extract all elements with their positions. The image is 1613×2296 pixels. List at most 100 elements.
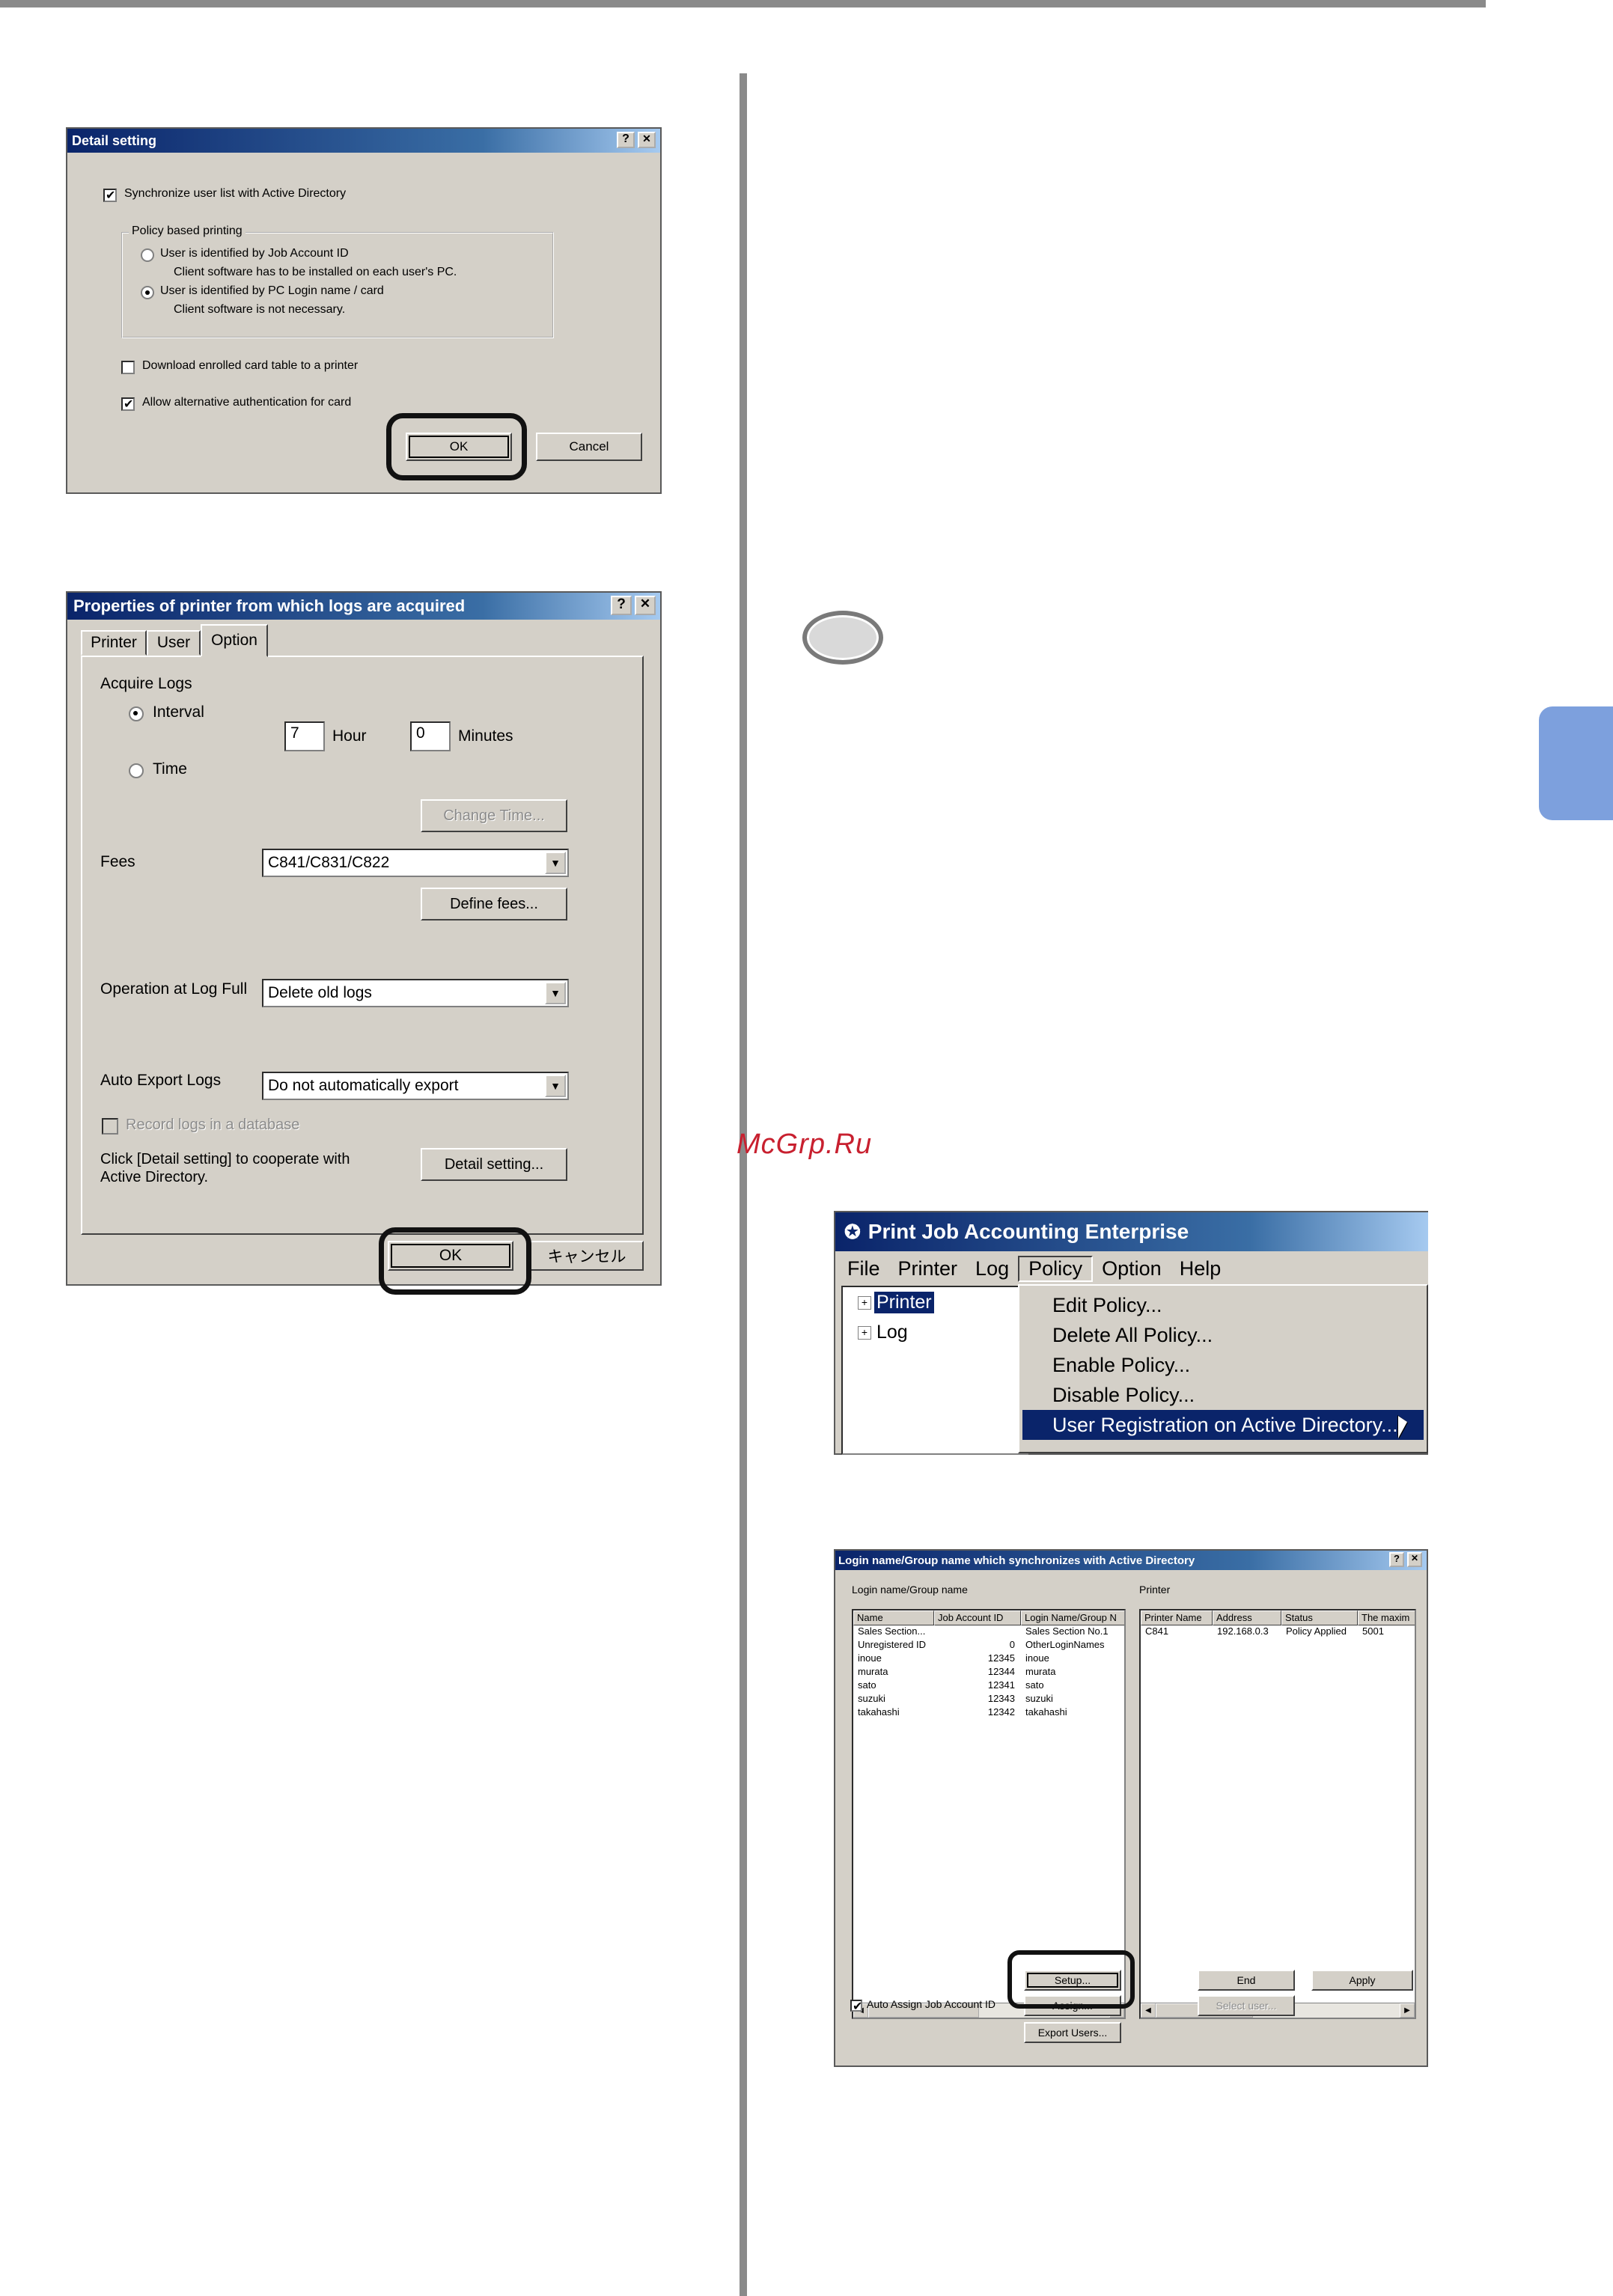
menu-delete-all-policy[interactable]: Delete All Policy... xyxy=(1022,1320,1424,1350)
end-button[interactable]: End xyxy=(1198,1970,1295,1991)
menu-edit-policy[interactable]: Edit Policy... xyxy=(1022,1290,1424,1320)
cell-job-id: 12341 xyxy=(987,1679,1015,1691)
select-user-button[interactable]: Select user... xyxy=(1198,1995,1295,2016)
tree-node-log[interactable]: + Log xyxy=(858,1322,910,1343)
properties-cancel-button[interactable]: キャンセル xyxy=(530,1241,644,1271)
table-row[interactable]: Unregistered ID 0 OtherLoginNames xyxy=(853,1639,1124,1652)
detail-note-line1: Click [Detail setting] to cooperate with xyxy=(100,1151,350,1167)
radio-pc-login-note: Client software is not necessary. xyxy=(174,303,346,316)
minutes-input[interactable]: 0 xyxy=(410,721,451,751)
scroll-right-icon[interactable]: ▶ xyxy=(1400,2003,1415,2018)
cell-login: inoue xyxy=(1025,1652,1049,1664)
cell-name: takahashi xyxy=(858,1706,900,1718)
detail-note-line2: Active Directory. xyxy=(100,1169,209,1185)
hour-input[interactable]: 7 xyxy=(284,721,325,751)
col-name[interactable]: Name xyxy=(853,1610,934,1625)
sync-titlebar: Login name/Group name which synchronizes… xyxy=(835,1551,1427,1570)
help-icon[interactable]: ? xyxy=(1389,1552,1404,1567)
cell-name: suzuki xyxy=(858,1693,885,1704)
tree-node-printer[interactable]: + Printer xyxy=(858,1291,935,1314)
col-login-name[interactable]: Login Name/Group N xyxy=(1021,1610,1124,1625)
col-job-account-id[interactable]: Job Account ID xyxy=(934,1610,1021,1625)
app-logo-icon: ✪ xyxy=(844,1220,861,1243)
detail-cancel-button[interactable]: Cancel xyxy=(536,433,642,461)
alt-auth-label: Allow alternative authentication for car… xyxy=(142,396,352,409)
cell-name: Sales Section... xyxy=(858,1625,926,1637)
table-row[interactable]: murata 12344 murata xyxy=(853,1666,1124,1679)
fees-select[interactable]: C841/C831/C822 ▼ xyxy=(262,849,569,877)
op-log-full-value: Delete old logs xyxy=(268,984,372,1001)
record-db-checkbox[interactable] xyxy=(102,1118,118,1135)
apply-button[interactable]: Apply xyxy=(1311,1970,1413,1991)
interval-label: Interval xyxy=(153,703,204,721)
close-icon[interactable]: ✕ xyxy=(635,596,656,615)
table-row[interactable]: takahashi 12342 takahashi xyxy=(853,1706,1124,1720)
sync-ad-checkbox[interactable] xyxy=(103,188,117,203)
cell-job-id: 12342 xyxy=(987,1706,1015,1718)
cell-name: murata xyxy=(858,1666,888,1677)
menu-option[interactable]: Option xyxy=(1093,1257,1171,1280)
ok-highlight-ring xyxy=(379,1227,531,1295)
download-card-checkbox[interactable] xyxy=(121,361,135,374)
detail-setting-button[interactable]: Detail setting... xyxy=(421,1148,567,1181)
menu-policy[interactable]: Policy xyxy=(1018,1255,1094,1282)
table-row[interactable]: inoue 12345 inoue xyxy=(853,1652,1124,1666)
col-maximum[interactable]: The maxim xyxy=(1358,1610,1415,1625)
menu-printer[interactable]: Printer xyxy=(889,1257,967,1280)
sync-title: Login name/Group name which synchronizes… xyxy=(838,1554,1195,1567)
col-status[interactable]: Status xyxy=(1281,1610,1358,1625)
menu-help[interactable]: Help xyxy=(1171,1257,1231,1280)
menu-disable-policy[interactable]: Disable Policy... xyxy=(1022,1380,1424,1410)
menu-user-registration-ad[interactable]: User Registration on Active Directory... xyxy=(1022,1410,1424,1440)
time-label: Time xyxy=(153,760,187,778)
scroll-left-icon[interactable]: ◀ xyxy=(1141,2003,1156,2018)
expand-icon[interactable]: + xyxy=(858,1295,871,1310)
pjae-title: Print Job Accounting Enterprise xyxy=(868,1220,1189,1243)
fees-select-value: C841/C831/C822 xyxy=(268,854,390,871)
close-icon[interactable]: ✕ xyxy=(1407,1552,1422,1567)
tree-pane: + Printer + Log xyxy=(841,1286,1028,1455)
detail-setting-title: Detail setting xyxy=(72,132,157,148)
help-icon[interactable]: ? xyxy=(617,132,635,148)
table-row[interactable]: Sales Section... Sales Section No.1 xyxy=(853,1625,1124,1639)
radio-pc-login[interactable] xyxy=(141,286,154,299)
table-row[interactable]: C841 192.168.0.3 Policy Applied 5001 xyxy=(1141,1625,1415,1639)
auto-assign-label: Auto Assign Job Account ID xyxy=(867,1998,995,2010)
menu-file[interactable]: File xyxy=(838,1257,889,1280)
op-log-full-select[interactable]: Delete old logs ▼ xyxy=(262,979,569,1007)
setup-highlight-ring xyxy=(1007,1950,1135,2009)
auto-assign-checkbox[interactable] xyxy=(850,1999,862,2014)
fees-label: Fees xyxy=(100,853,135,870)
chevron-down-icon[interactable]: ▼ xyxy=(545,852,566,874)
cell-login: Sales Section No.1 xyxy=(1025,1625,1109,1637)
table-row[interactable]: suzuki 12343 suzuki xyxy=(853,1693,1124,1706)
menu-log[interactable]: Log xyxy=(966,1257,1018,1280)
close-icon[interactable]: ✕ xyxy=(638,132,656,148)
auto-export-select[interactable]: Do not automatically export ▼ xyxy=(262,1072,569,1100)
tab-printer[interactable]: Printer xyxy=(81,630,147,656)
radio-job-account-id-label: User is identified by Job Account ID xyxy=(160,247,349,260)
interval-radio[interactable] xyxy=(129,706,144,721)
define-fees-button[interactable]: Define fees... xyxy=(421,888,567,920)
col-address[interactable]: Address xyxy=(1213,1610,1281,1625)
table-row[interactable]: sato 12341 sato xyxy=(853,1679,1124,1693)
change-time-button[interactable]: Change Time... xyxy=(421,799,567,832)
cell-job-id: 0 xyxy=(1009,1639,1015,1650)
tree-node-label: Printer xyxy=(873,1291,935,1314)
help-icon[interactable]: ? xyxy=(611,596,632,615)
menu-enable-policy[interactable]: Enable Policy... xyxy=(1022,1350,1424,1380)
tab-user[interactable]: User xyxy=(147,630,201,656)
radio-job-account-id-note: Client software has to be installed on e… xyxy=(174,266,457,278)
expand-icon[interactable]: + xyxy=(858,1325,871,1340)
time-radio[interactable] xyxy=(129,763,144,778)
cell-login: murata xyxy=(1025,1666,1056,1677)
alt-auth-checkbox[interactable] xyxy=(121,397,135,412)
chevron-down-icon[interactable]: ▼ xyxy=(545,982,566,1004)
col-printer-name[interactable]: Printer Name xyxy=(1141,1610,1213,1625)
radio-job-account-id[interactable] xyxy=(141,248,154,262)
hour-label: Hour xyxy=(332,727,367,745)
printer-list[interactable]: Printer Name Address Status The maxim C8… xyxy=(1139,1609,1416,2019)
chevron-down-icon[interactable]: ▼ xyxy=(545,1075,566,1097)
export-users-button[interactable]: Export Users... xyxy=(1024,2022,1121,2043)
tab-option[interactable]: Option xyxy=(201,624,268,657)
